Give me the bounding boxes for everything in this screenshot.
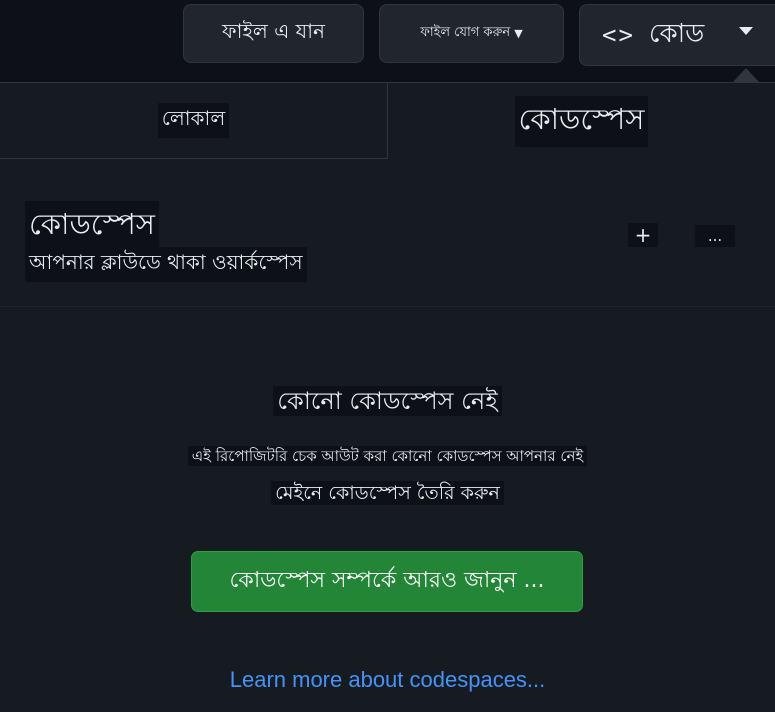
create-codespace-button[interactable]: কোডস্পেস সম্পর্কে আরও জানুন ... <box>191 551 583 612</box>
dropdown-pointer <box>733 68 759 82</box>
empty-state-title-text: কোনো কোডস্পেস নেই <box>273 386 502 416</box>
code-button-label: কোড <box>648 19 705 49</box>
tab-bar: লোকাল কোডস্পেস <box>0 83 775 159</box>
go-to-file-button[interactable]: ফাইল এ যান <box>183 4 364 63</box>
codespaces-header: কোডস্পেস আপনার ক্লাউডে থাকা ওয়ার্কস্পেস… <box>0 159 775 307</box>
chevron-down-icon: ▼ <box>514 27 523 40</box>
add-codespace-button[interactable]: + <box>628 223 658 247</box>
code-icon: <> <box>602 21 635 49</box>
tab-codespaces-label: কোডস্পেস <box>514 95 649 147</box>
add-file-button[interactable]: ফাইল যোগ করুন ▼ <box>379 4 564 63</box>
empty-state-description-line1: এই রিপোজিটরি চেক আউট করা কোনো কোডস্পেস আ… <box>187 446 588 466</box>
repo-toolbar: ফাইল এ যান ফাইল যোগ করুন ▼ <> কোড <box>0 0 775 82</box>
code-dropdown-panel: লোকাল কোডস্পেস কোডস্পেস আপনার ক্লাউডে থা… <box>0 82 775 712</box>
empty-state-description-2: মেইনে কোডস্পেস তৈরি করুন <box>0 479 775 511</box>
empty-state-description: এই রিপোজিটরি চেক আউট করা কোনো কোডস্পেস আ… <box>0 445 775 470</box>
section-title: কোডস্পেস <box>25 201 159 252</box>
add-file-label: ফাইল যোগ করুন <box>420 25 511 40</box>
empty-state-description-line2: মেইনে কোডস্পেস তৈরি করুন <box>271 481 504 505</box>
tab-local[interactable]: লোকাল <box>0 83 388 159</box>
learn-more-link[interactable]: Learn more about codespaces... <box>0 667 775 693</box>
more-options-button[interactable]: ... <box>695 225 735 247</box>
plus-icon: + <box>634 223 652 247</box>
create-codespace-label: কোডস্পেস সম্পর্কে আরও জানুন ... <box>229 568 545 593</box>
go-to-file-label: ফাইল এ যান <box>222 19 325 43</box>
caret-down-icon <box>739 27 753 35</box>
section-subtitle: আপনার ক্লাউডে থাকা ওয়ার্কস্পেস <box>25 247 307 282</box>
learn-more-link-text[interactable]: Learn more about codespaces... <box>230 667 546 692</box>
empty-state-title: কোনো কোডস্পেস নেই <box>0 383 775 423</box>
code-button[interactable]: <> কোড <box>579 4 775 66</box>
tab-codespaces[interactable]: কোডস্পেস <box>388 83 775 159</box>
tab-local-label: লোকাল <box>157 103 230 138</box>
kebab-icon: ... <box>707 227 723 245</box>
